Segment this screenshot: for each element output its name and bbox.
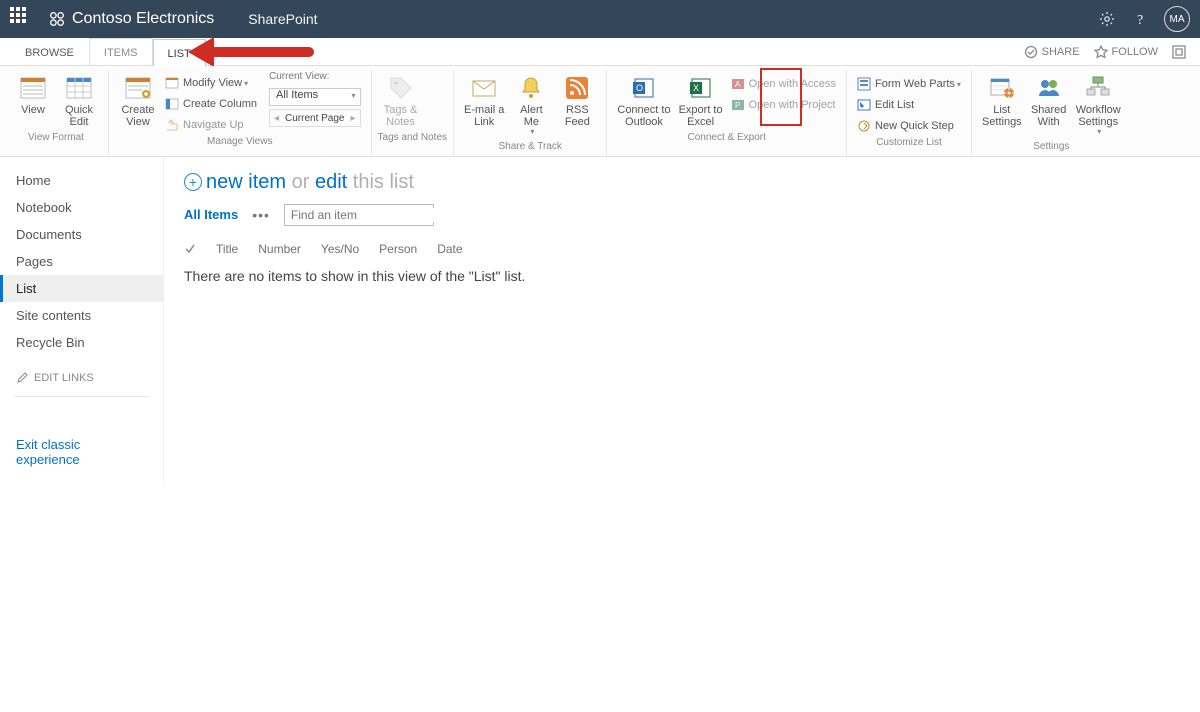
ribbon-group-tags-notes: Tags & Notes Tags and Notes (372, 70, 455, 156)
ribbon-group-share-track: E-mail a Link Alert Me▾ RSS Feed Share &… (454, 70, 607, 156)
shared-with-button[interactable]: Shared With (1030, 74, 1068, 128)
ribbon-group-view-format: View Quick Edit View Format (4, 70, 109, 156)
create-column-button[interactable]: Create Column (165, 95, 257, 113)
col-date[interactable]: Date (437, 242, 462, 256)
export-excel-button[interactable]: X Export to Excel (679, 74, 723, 128)
open-project-button[interactable]: P Open with Project (731, 96, 836, 114)
user-avatar[interactable]: MA (1164, 6, 1190, 32)
new-item-link[interactable]: new item (206, 171, 286, 194)
create-view-button[interactable]: Create View (119, 74, 157, 128)
svg-text:O: O (636, 83, 643, 93)
svg-text:X: X (693, 83, 699, 93)
col-title[interactable]: Title (216, 242, 238, 256)
ribbon: View Quick Edit View Format Create View … (0, 66, 1200, 157)
prev-page-icon[interactable]: ◂ (274, 113, 279, 124)
chevron-down-icon: ▾ (957, 80, 961, 89)
column-headers: Title Number Yes/No Person Date (184, 242, 1180, 256)
ribbon-group-customize-list: Form Web Parts▾ Edit List New Quick Step… (847, 70, 972, 156)
ribbon-tabs-bar: BROWSE ITEMS LIST SHARE FOLLOW (0, 38, 1200, 66)
app-name: SharePoint (248, 11, 317, 27)
chevron-down-icon: ▾ (352, 91, 356, 100)
svg-text:?: ? (1137, 13, 1143, 27)
ribbon-group-manage-views: Create View Modify View▾ Create Column N… (109, 70, 372, 156)
follow-label: FOLLOW (1112, 46, 1158, 58)
nav-list[interactable]: List (0, 275, 163, 302)
email-link-button[interactable]: E-mail a Link (464, 74, 504, 128)
list-main-panel: + new item or edit this list All Items •… (164, 157, 1200, 481)
help-icon[interactable]: ? (1124, 2, 1158, 36)
exit-classic-link[interactable]: Exit classic experience (0, 433, 163, 471)
chevron-down-icon: ▾ (244, 79, 248, 88)
nav-notebook[interactable]: Notebook (0, 194, 163, 221)
current-page-nav[interactable]: ◂ Current Page ▸ (269, 109, 361, 127)
nav-site-contents[interactable]: Site contents (0, 302, 163, 329)
follow-button[interactable]: FOLLOW (1094, 45, 1158, 59)
modify-view-button[interactable]: Modify View▾ (165, 74, 257, 92)
col-person[interactable]: Person (379, 242, 417, 256)
workflow-settings-button[interactable]: Workflow Settings▾ (1076, 74, 1121, 137)
tenant-logo-icon (48, 10, 66, 28)
nav-home[interactable]: Home (0, 167, 163, 194)
list-settings-button[interactable]: List Settings (982, 74, 1022, 128)
new-item-bar: + new item or edit this list (184, 171, 1180, 194)
focus-content-icon[interactable] (1172, 45, 1190, 59)
share-button[interactable]: SHARE (1024, 45, 1080, 59)
quick-launch-nav: Home Notebook Documents Pages List Site … (0, 157, 164, 481)
col-number[interactable]: Number (258, 242, 301, 256)
tab-items[interactable]: ITEMS (89, 38, 153, 66)
svg-text:P: P (735, 101, 740, 110)
nav-documents[interactable]: Documents (0, 221, 163, 248)
search-box[interactable] (284, 204, 434, 226)
annotation-arrow (206, 38, 326, 66)
more-views-icon[interactable]: ••• (252, 207, 270, 223)
empty-list-message: There are no items to show in this view … (184, 268, 1180, 284)
view-button[interactable]: View (14, 74, 52, 116)
ribbon-group-settings: List Settings Shared With Workflow Setti… (972, 70, 1131, 156)
plus-icon[interactable]: + (184, 173, 202, 191)
app-launcher-icon[interactable] (10, 7, 34, 31)
check-column-icon[interactable] (184, 243, 196, 255)
search-input[interactable] (291, 208, 446, 222)
quick-edit-button[interactable]: Quick Edit (60, 74, 98, 128)
new-quick-step-button[interactable]: New Quick Step (857, 117, 961, 135)
edit-links-button[interactable]: EDIT LINKS (0, 366, 163, 390)
current-view-select[interactable]: All Items▾ (269, 88, 361, 106)
nav-recycle-bin[interactable]: Recycle Bin (0, 329, 163, 356)
chevron-down-icon: ▾ (530, 128, 534, 137)
suite-header: Contoso Electronics SharePoint ? MA (0, 0, 1200, 38)
navigate-up-button[interactable]: Navigate Up (165, 116, 257, 134)
edit-list-button[interactable]: Edit List (857, 96, 961, 114)
chevron-down-icon: ▾ (1097, 128, 1101, 137)
connect-outlook-button[interactable]: O Connect to Outlook (617, 74, 670, 128)
ribbon-group-connect-export: O Connect to Outlook X Export to Excel A… (607, 70, 847, 156)
rss-feed-button[interactable]: RSS Feed (558, 74, 596, 128)
tab-browse[interactable]: BROWSE (10, 38, 89, 66)
nav-pages[interactable]: Pages (0, 248, 163, 275)
tags-notes-button[interactable]: Tags & Notes (382, 74, 420, 128)
tenant-name: Contoso Electronics (72, 10, 214, 28)
svg-text:A: A (735, 80, 741, 89)
open-access-button[interactable]: A Open with Access (731, 75, 836, 93)
share-label: SHARE (1042, 46, 1080, 58)
edit-list-link[interactable]: edit (315, 171, 347, 194)
col-yesno[interactable]: Yes/No (321, 242, 359, 256)
form-web-parts-button[interactable]: Form Web Parts▾ (857, 75, 961, 93)
alert-me-button[interactable]: Alert Me▾ (512, 74, 550, 137)
next-page-icon[interactable]: ▸ (351, 113, 356, 124)
view-all-items[interactable]: All Items (184, 207, 238, 222)
settings-icon[interactable] (1090, 2, 1124, 36)
